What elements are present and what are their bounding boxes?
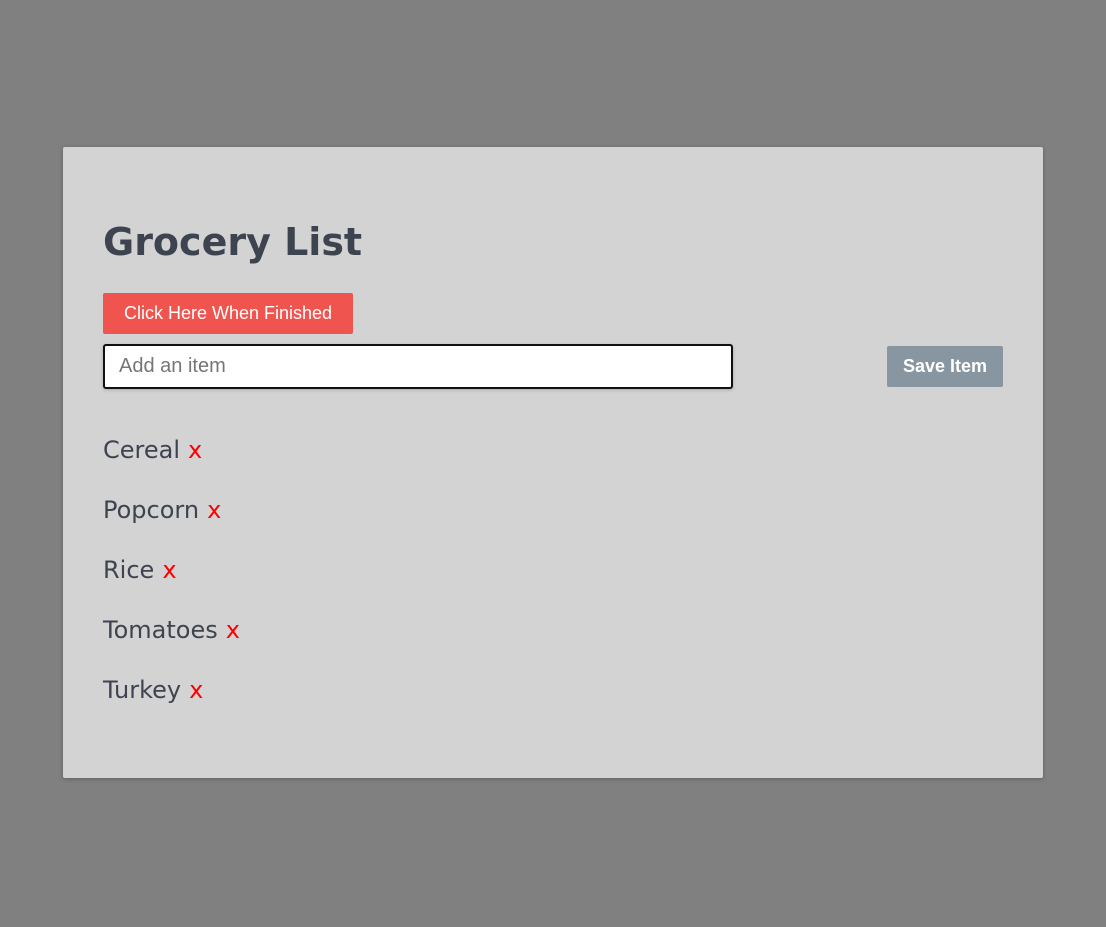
remove-item-button[interactable]: x xyxy=(162,556,176,584)
remove-item-button[interactable]: x xyxy=(207,496,221,524)
list-item: Tomatoes x xyxy=(103,611,240,671)
item-name: Tomatoes xyxy=(103,616,218,644)
add-item-input[interactable] xyxy=(103,344,733,389)
list-item: Popcorn x xyxy=(103,491,240,551)
grocery-card: Grocery List Click Here When Finished Sa… xyxy=(63,147,1043,778)
list-item: Cereal x xyxy=(103,431,240,491)
remove-item-button[interactable]: x xyxy=(226,616,240,644)
save-item-button[interactable]: Save Item xyxy=(887,346,1003,387)
finish-button[interactable]: Click Here When Finished xyxy=(103,293,353,334)
item-name: Cereal xyxy=(103,436,181,464)
list-item: Turkey x xyxy=(103,671,240,731)
item-name: Popcorn xyxy=(103,496,200,524)
page-title: Grocery List xyxy=(103,220,363,264)
item-name: Turkey xyxy=(103,676,182,704)
remove-item-button[interactable]: x xyxy=(189,676,203,704)
remove-item-button[interactable]: x xyxy=(188,436,202,464)
item-name: Rice xyxy=(103,556,155,584)
list-item: Rice x xyxy=(103,551,240,611)
grocery-list: Cereal x Popcorn x Rice x Tomatoes x Turkey x xyxy=(103,431,240,731)
